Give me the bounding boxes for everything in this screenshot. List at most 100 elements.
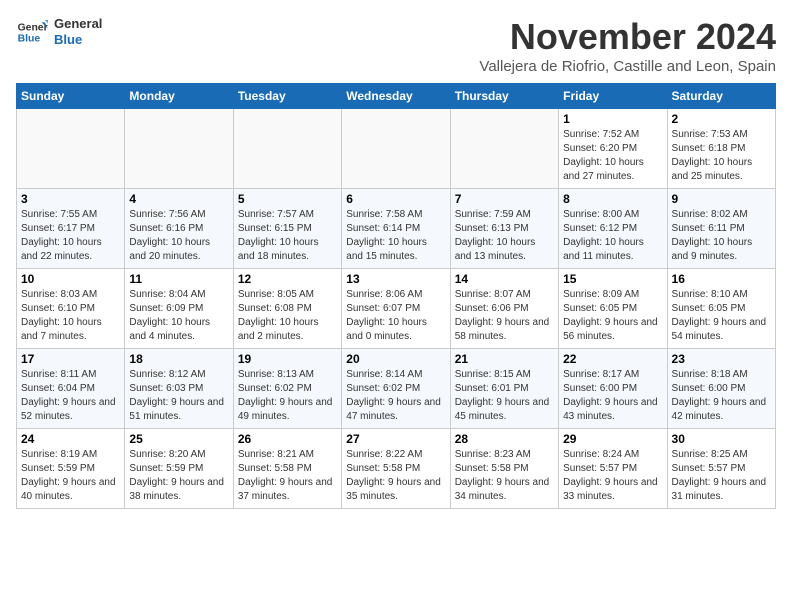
day-info: Sunrise: 7:58 AM Sunset: 6:14 PM Dayligh… <box>346 208 445 264</box>
day-number: 10 <box>21 272 120 286</box>
calendar-cell: 15 Sunrise: 8:09 AM Sunset: 6:05 PM Dayli… <box>559 269 667 349</box>
calendar-cell: 5 Sunrise: 7:57 AM Sunset: 6:15 PM Daylig… <box>233 189 341 269</box>
title-area: November 2024 Vallejera de Riofrio, Cast… <box>479 16 776 75</box>
day-number: 8 <box>563 192 662 206</box>
calendar-cell: 17 Sunrise: 8:11 AM Sunset: 6:04 PM Dayli… <box>17 349 125 429</box>
calendar-cell: 13 Sunrise: 8:06 AM Sunset: 6:07 PM Dayli… <box>342 269 450 349</box>
logo-line2: Blue <box>54 32 102 48</box>
day-number: 15 <box>563 272 662 286</box>
day-number: 29 <box>563 432 662 446</box>
day-number: 11 <box>129 272 228 286</box>
calendar-cell: 26 Sunrise: 8:21 AM Sunset: 5:58 PM Dayli… <box>233 429 341 509</box>
calendar-cell: 24 Sunrise: 8:19 AM Sunset: 5:59 PM Dayli… <box>17 429 125 509</box>
day-number: 19 <box>238 352 337 366</box>
calendar-cell <box>450 109 558 189</box>
day-info: Sunrise: 7:57 AM Sunset: 6:15 PM Dayligh… <box>238 208 337 264</box>
day-number: 4 <box>129 192 228 206</box>
day-info: Sunrise: 8:25 AM Sunset: 5:57 PM Dayligh… <box>672 448 771 504</box>
day-info: Sunrise: 8:09 AM Sunset: 6:05 PM Dayligh… <box>563 288 662 344</box>
calendar-cell <box>125 109 233 189</box>
page-header: General Blue General Blue November 2024 … <box>16 16 776 75</box>
day-info: Sunrise: 8:20 AM Sunset: 5:59 PM Dayligh… <box>129 448 228 504</box>
day-info: Sunrise: 8:15 AM Sunset: 6:01 PM Dayligh… <box>455 368 554 424</box>
day-number: 18 <box>129 352 228 366</box>
day-number: 9 <box>672 192 771 206</box>
day-number: 12 <box>238 272 337 286</box>
calendar-cell: 25 Sunrise: 8:20 AM Sunset: 5:59 PM Dayli… <box>125 429 233 509</box>
weekday-header: Wednesday <box>342 84 450 109</box>
calendar-cell: 28 Sunrise: 8:23 AM Sunset: 5:58 PM Dayli… <box>450 429 558 509</box>
day-info: Sunrise: 8:14 AM Sunset: 6:02 PM Dayligh… <box>346 368 445 424</box>
day-info: Sunrise: 8:00 AM Sunset: 6:12 PM Dayligh… <box>563 208 662 264</box>
day-info: Sunrise: 8:11 AM Sunset: 6:04 PM Dayligh… <box>21 368 120 424</box>
calendar-cell: 9 Sunrise: 8:02 AM Sunset: 6:11 PM Daylig… <box>667 189 775 269</box>
calendar-cell: 8 Sunrise: 8:00 AM Sunset: 6:12 PM Daylig… <box>559 189 667 269</box>
calendar-cell: 11Sunrise: 8:04 AM Sunset: 6:09 PM Dayli… <box>125 269 233 349</box>
day-info: Sunrise: 8:19 AM Sunset: 5:59 PM Dayligh… <box>21 448 120 504</box>
day-info: Sunrise: 8:17 AM Sunset: 6:00 PM Dayligh… <box>563 368 662 424</box>
calendar-cell: 14Sunrise: 8:07 AM Sunset: 6:06 PM Dayli… <box>450 269 558 349</box>
day-info: Sunrise: 8:12 AM Sunset: 6:03 PM Dayligh… <box>129 368 228 424</box>
day-number: 1 <box>563 112 662 126</box>
day-info: Sunrise: 8:02 AM Sunset: 6:11 PM Dayligh… <box>672 208 771 264</box>
calendar-cell <box>17 109 125 189</box>
calendar-cell: 4Sunrise: 7:56 AM Sunset: 6:16 PM Daylig… <box>125 189 233 269</box>
day-number: 7 <box>455 192 554 206</box>
day-info: Sunrise: 8:22 AM Sunset: 5:58 PM Dayligh… <box>346 448 445 504</box>
day-info: Sunrise: 8:03 AM Sunset: 6:10 PM Dayligh… <box>21 288 120 344</box>
calendar-cell: 21 Sunrise: 8:15 AM Sunset: 6:01 PM Dayli… <box>450 349 558 429</box>
day-info: Sunrise: 7:53 AM Sunset: 6:18 PM Dayligh… <box>672 128 771 184</box>
day-info: Sunrise: 8:06 AM Sunset: 6:07 PM Dayligh… <box>346 288 445 344</box>
day-number: 28 <box>455 432 554 446</box>
day-info: Sunrise: 8:10 AM Sunset: 6:05 PM Dayligh… <box>672 288 771 344</box>
calendar-cell: 23 Sunrise: 8:18 AM Sunset: 6:00 PM Dayli… <box>667 349 775 429</box>
calendar-cell: 2Sunrise: 7:53 AM Sunset: 6:18 PM Daylig… <box>667 109 775 189</box>
calendar-cell: 1 Sunrise: 7:52 AM Sunset: 6:20 PM Daylig… <box>559 109 667 189</box>
day-info: Sunrise: 8:13 AM Sunset: 6:02 PM Dayligh… <box>238 368 337 424</box>
calendar-cell: 10 Sunrise: 8:03 AM Sunset: 6:10 PM Dayli… <box>17 269 125 349</box>
calendar-week-row: 24 Sunrise: 8:19 AM Sunset: 5:59 PM Dayli… <box>17 429 776 509</box>
day-number: 24 <box>21 432 120 446</box>
day-info: Sunrise: 8:21 AM Sunset: 5:58 PM Dayligh… <box>238 448 337 504</box>
location-title: Vallejera de Riofrio, Castille and Leon,… <box>479 58 776 75</box>
weekday-header: Sunday <box>17 84 125 109</box>
day-number: 16 <box>672 272 771 286</box>
calendar-cell: 22Sunrise: 8:17 AM Sunset: 6:00 PM Dayli… <box>559 349 667 429</box>
calendar-week-row: 10 Sunrise: 8:03 AM Sunset: 6:10 PM Dayli… <box>17 269 776 349</box>
day-number: 21 <box>455 352 554 366</box>
day-number: 5 <box>238 192 337 206</box>
calendar-cell: 16 Sunrise: 8:10 AM Sunset: 6:05 PM Dayli… <box>667 269 775 349</box>
day-number: 27 <box>346 432 445 446</box>
day-info: Sunrise: 8:18 AM Sunset: 6:00 PM Dayligh… <box>672 368 771 424</box>
calendar-week-row: 1 Sunrise: 7:52 AM Sunset: 6:20 PM Daylig… <box>17 109 776 189</box>
day-number: 20 <box>346 352 445 366</box>
day-info: Sunrise: 7:52 AM Sunset: 6:20 PM Dayligh… <box>563 128 662 184</box>
day-info: Sunrise: 7:55 AM Sunset: 6:17 PM Dayligh… <box>21 208 120 264</box>
logo-icon: General Blue <box>16 16 48 48</box>
day-info: Sunrise: 7:59 AM Sunset: 6:13 PM Dayligh… <box>455 208 554 264</box>
weekday-header: Thursday <box>450 84 558 109</box>
calendar-cell: 27 Sunrise: 8:22 AM Sunset: 5:58 PM Dayli… <box>342 429 450 509</box>
day-number: 26 <box>238 432 337 446</box>
calendar-cell: 12 Sunrise: 8:05 AM Sunset: 6:08 PM Dayli… <box>233 269 341 349</box>
calendar-cell: 18 Sunrise: 8:12 AM Sunset: 6:03 PM Dayli… <box>125 349 233 429</box>
day-number: 14 <box>455 272 554 286</box>
calendar-week-row: 3Sunrise: 7:55 AM Sunset: 6:17 PM Daylig… <box>17 189 776 269</box>
day-info: Sunrise: 8:24 AM Sunset: 5:57 PM Dayligh… <box>563 448 662 504</box>
calendar-table: SundayMondayTuesdayWednesdayThursdayFrid… <box>16 83 776 509</box>
day-number: 13 <box>346 272 445 286</box>
calendar-cell: 6Sunrise: 7:58 AM Sunset: 6:14 PM Daylig… <box>342 189 450 269</box>
calendar-cell: 19 Sunrise: 8:13 AM Sunset: 6:02 PM Dayli… <box>233 349 341 429</box>
weekday-header-row: SundayMondayTuesdayWednesdayThursdayFrid… <box>17 84 776 109</box>
weekday-header: Tuesday <box>233 84 341 109</box>
calendar-cell: 20 Sunrise: 8:14 AM Sunset: 6:02 PM Dayli… <box>342 349 450 429</box>
day-info: Sunrise: 8:23 AM Sunset: 5:58 PM Dayligh… <box>455 448 554 504</box>
day-info: Sunrise: 8:05 AM Sunset: 6:08 PM Dayligh… <box>238 288 337 344</box>
logo: General Blue General Blue <box>16 16 102 48</box>
day-number: 30 <box>672 432 771 446</box>
day-number: 25 <box>129 432 228 446</box>
day-number: 23 <box>672 352 771 366</box>
calendar-cell <box>233 109 341 189</box>
calendar-cell: 29 Sunrise: 8:24 AM Sunset: 5:57 PM Dayli… <box>559 429 667 509</box>
day-number: 17 <box>21 352 120 366</box>
